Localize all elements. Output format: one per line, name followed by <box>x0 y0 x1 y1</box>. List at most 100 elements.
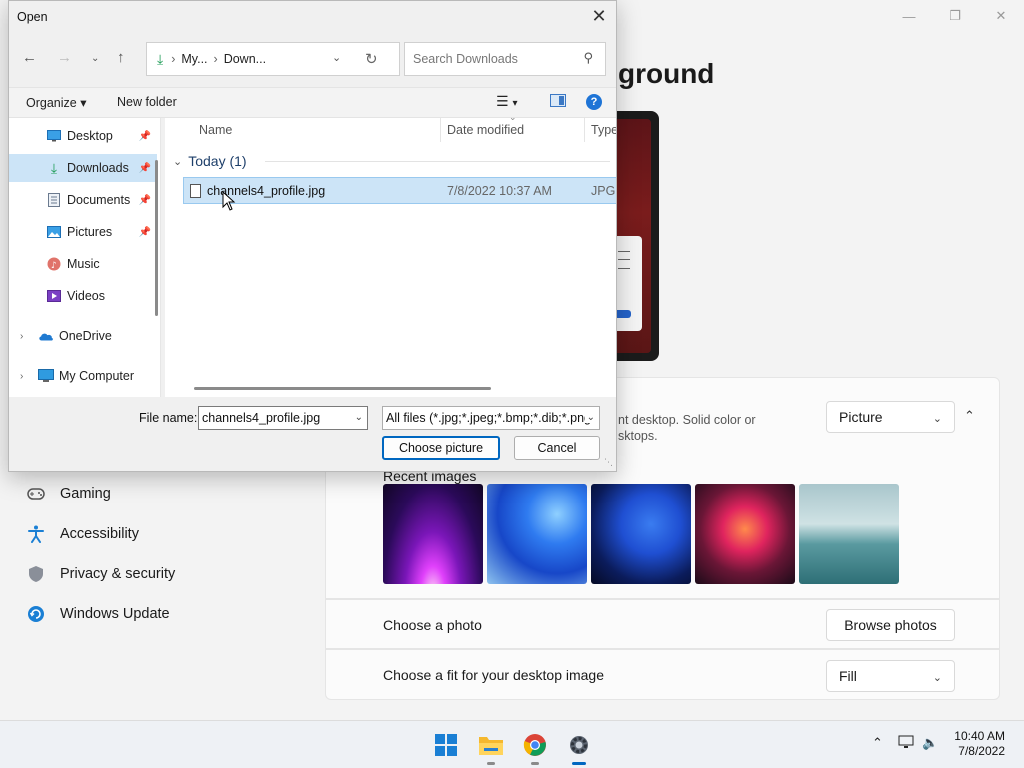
resize-grip-icon[interactable]: ⋱ <box>604 457 613 468</box>
nav-label: Accessibility <box>60 526 139 542</box>
onedrive-icon <box>38 328 54 344</box>
page-title: ground <box>618 58 715 89</box>
nav-item-privacy[interactable]: Privacy & security <box>24 554 175 594</box>
help-icon[interactable]: ? <box>586 94 602 110</box>
new-folder-button[interactable]: New folder <box>117 95 177 109</box>
nav-label: Privacy & security <box>60 566 176 582</box>
nav-item-windows-update[interactable]: Windows Update <box>24 594 175 634</box>
system-clock[interactable]: 10:40 AM 7/8/2022 <box>954 729 1005 759</box>
horizontal-scrollbar[interactable] <box>194 387 491 390</box>
recent-image-thumbnail[interactable] <box>799 484 899 584</box>
address-bar[interactable]: ⤓ › My... › Down... ⌄ ↻ <box>146 42 400 76</box>
close-icon[interactable]: ✕ <box>588 5 610 27</box>
recent-image-thumbnail[interactable] <box>591 484 691 584</box>
fit-dropdown[interactable]: Fill ⌄ <box>826 660 955 692</box>
background-type-dropdown[interactable]: Picture ⌄ <box>826 401 955 433</box>
fit-row: Choose a fit for your desktop image Fill… <box>325 649 1000 700</box>
tree-label: Music <box>67 257 100 271</box>
chevron-down-icon[interactable]: ⌄ <box>355 412 363 423</box>
minimize-button[interactable]: — <box>886 0 932 32</box>
chevron-down-icon[interactable]: ⌄ <box>332 51 341 64</box>
browse-photos-button[interactable]: Browse photos <box>826 609 955 641</box>
choose-picture-button[interactable]: Choose picture <box>382 436 500 460</box>
documents-icon <box>46 192 62 208</box>
cancel-button[interactable]: Cancel <box>514 436 600 460</box>
expand-chevron-icon[interactable]: › <box>20 371 23 382</box>
group-label: Today (1) <box>188 153 247 169</box>
tree-item-music[interactable]: ♪ Music <box>9 250 157 278</box>
tree-label: Desktop <box>67 129 113 143</box>
tree-label: Documents <box>67 193 131 207</box>
collapse-chevron-icon: ⌄ <box>173 155 183 168</box>
chevron-up-icon[interactable]: ⌃ <box>964 408 975 424</box>
gaming-icon <box>24 482 48 506</box>
pin-icon: 📌 <box>138 226 151 238</box>
preview-pane-icon[interactable] <box>550 94 566 110</box>
organize-button[interactable]: Organize ▾ <box>26 95 86 110</box>
file-explorer-icon[interactable] <box>475 729 507 765</box>
column-header-date[interactable]: Date modified <box>447 123 524 137</box>
download-icon: ⤓ <box>157 50 164 67</box>
close-window-button[interactable]: ✕ <box>978 0 1024 32</box>
tree-label: My Computer <box>59 369 135 383</box>
tree-label: Pictures <box>67 225 113 239</box>
recent-image-thumbnail[interactable] <box>383 484 483 584</box>
breadcrumb-segment[interactable]: My... <box>181 52 207 66</box>
chevron-down-icon[interactable]: ⌄ <box>584 412 595 423</box>
tree-label: Downloads <box>67 161 129 175</box>
settings-icon[interactable] <box>563 729 595 765</box>
network-icon[interactable] <box>898 735 916 752</box>
file-list: Name Date modified ⌄ Type ⌄ Today (1) ch… <box>165 118 616 397</box>
volume-icon[interactable]: 🔈 <box>922 735 938 751</box>
column-header-type[interactable]: Type <box>591 123 616 137</box>
refresh-icon[interactable]: ↻ <box>365 50 378 68</box>
dialog-toolbar: Organize ▾ New folder ☰ ▾ ? <box>9 87 616 118</box>
chevron-down-icon: ⌄ <box>932 413 942 425</box>
column-header-name[interactable]: Name <box>199 123 232 137</box>
running-indicator <box>531 762 539 765</box>
breadcrumb-segment[interactable]: Down... <box>224 52 266 66</box>
tree-item-desktop[interactable]: Desktop 📌 <box>9 122 157 150</box>
file-row[interactable]: channels4_profile.jpg 7/8/2022 10:37 AM … <box>183 177 616 204</box>
shield-icon <box>24 562 48 586</box>
file-name-label: File name: <box>139 411 198 425</box>
recent-locations-chevron-icon[interactable]: ⌄ <box>91 53 99 64</box>
forward-arrow-icon[interactable]: → <box>57 49 72 66</box>
navigation-pane: Desktop 📌 ⤓ Downloads 📌 Documents 📌 Pict… <box>9 118 161 397</box>
accessibility-icon <box>24 522 48 546</box>
tree-item-documents[interactable]: Documents 📌 <box>9 186 157 214</box>
tree-scrollbar[interactable] <box>155 160 158 316</box>
nav-item-gaming[interactable]: Gaming <box>24 474 175 514</box>
expand-chevron-icon[interactable]: › <box>20 331 23 342</box>
tree-item-my-computer[interactable]: › My Computer <box>9 362 157 390</box>
pin-icon: 📌 <box>138 162 151 174</box>
start-icon[interactable] <box>430 729 462 761</box>
svg-text:♪: ♪ <box>51 261 57 271</box>
back-arrow-icon[interactable]: ← <box>22 49 37 66</box>
background-type-value: Picture <box>839 409 883 425</box>
pin-icon: 📌 <box>138 130 151 142</box>
file-group-header[interactable]: ⌄ Today (1) <box>173 153 247 169</box>
nav-item-accessibility[interactable]: Accessibility <box>24 514 175 554</box>
music-icon: ♪ <box>46 256 62 272</box>
dialog-title: Open <box>17 10 48 24</box>
tree-item-onedrive[interactable]: › OneDrive <box>9 322 157 350</box>
recent-image-thumbnail[interactable] <box>695 484 795 584</box>
up-arrow-icon[interactable]: ↑ <box>117 49 125 66</box>
file-type-select[interactable]: All files (*.jpg;*.jpeg;*.bmp;*.dib;*.pn… <box>382 406 600 430</box>
chrome-icon[interactable] <box>519 729 551 765</box>
search-input[interactable]: Search Downloads ⚲ <box>404 42 606 76</box>
videos-icon <box>46 288 62 304</box>
recent-image-thumbnail[interactable] <box>487 484 587 584</box>
show-hidden-icons-chevron-icon[interactable]: ⌃ <box>872 735 883 751</box>
file-type: JPG F <box>591 184 616 198</box>
tree-item-pictures[interactable]: Pictures 📌 <box>9 218 157 246</box>
update-icon <box>24 602 48 626</box>
tree-item-videos[interactable]: Videos <box>9 282 157 310</box>
tree-item-downloads[interactable]: ⤓ Downloads 📌 <box>9 154 157 182</box>
view-options-icon[interactable]: ☰ ▾ <box>496 93 517 110</box>
nav-label: Windows Update <box>60 606 170 622</box>
file-name-input[interactable]: channels4_profile.jpg ⌄ <box>198 406 368 430</box>
tree-label: OneDrive <box>59 329 112 343</box>
restore-button[interactable]: ❐ <box>932 0 978 32</box>
